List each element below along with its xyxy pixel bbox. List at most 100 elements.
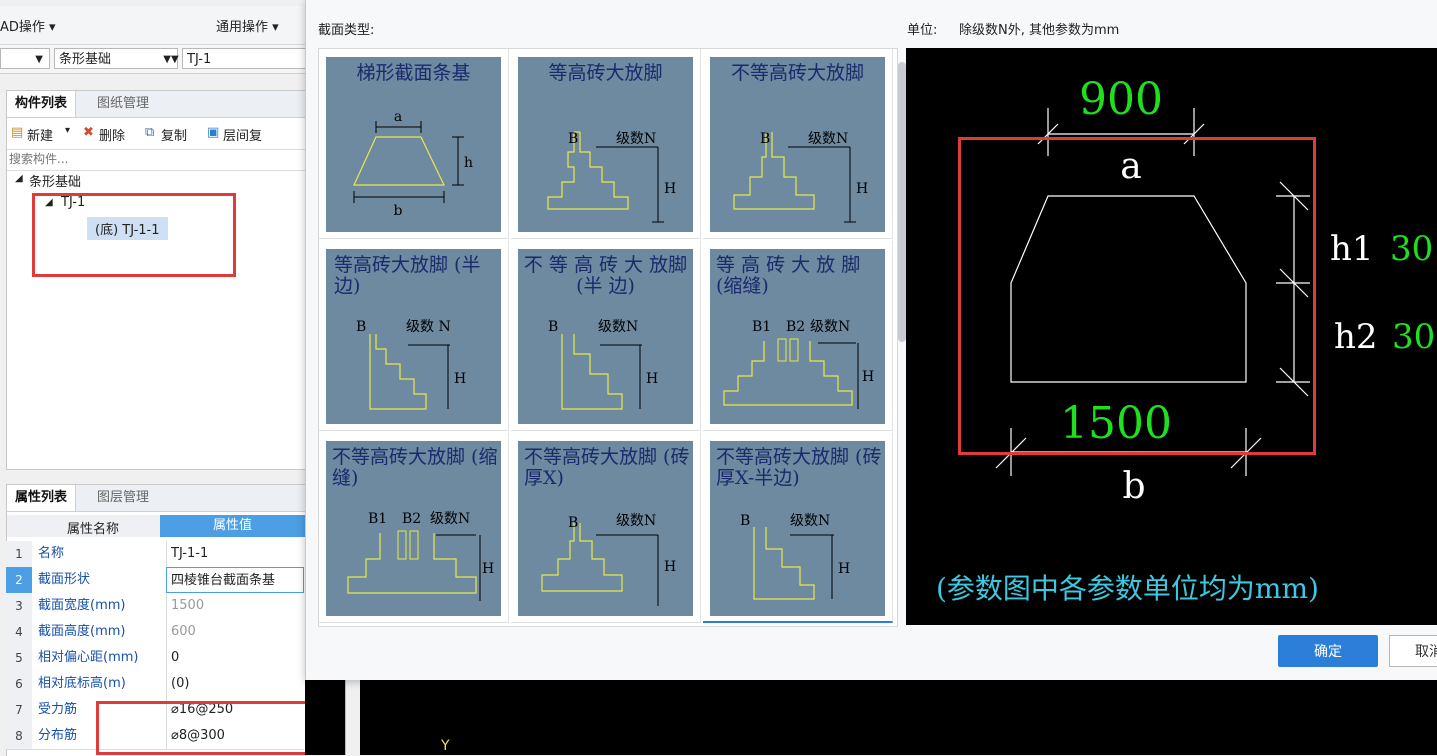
row-number: 6 — [6, 671, 32, 697]
section-option-unequal-brick-joint[interactable]: 不等高砖大放脚 (缩缝) B1 B2 级数N H — [319, 433, 509, 623]
dim-B2: B2 — [402, 511, 421, 527]
chevron-down-icon: ▼ — [163, 54, 171, 65]
unit-note: 除级数N外, 其他参数为mm — [959, 23, 1120, 38]
property-value[interactable]: 0 — [166, 645, 304, 671]
unit-label: 单位: — [907, 23, 938, 38]
category-select[interactable]: 条形基础 ▼ — [54, 48, 178, 69]
property-row[interactable]: 3 截面宽度(mm) 1500 — [6, 593, 304, 620]
selector-row: ▼ 条形基础 ▼ ▼ TJ-1 — [0, 45, 310, 74]
thumbnail: 不等高砖大放脚 B 级数N H — [710, 57, 885, 232]
category-select-value: 条形基础 — [59, 52, 112, 67]
brick-joint-diagram: B1 B2 级数N H — [347, 511, 494, 601]
dim-B: B — [548, 319, 558, 335]
dim-N: 级数N — [790, 513, 830, 529]
floor-copy-button[interactable]: 层间复 — [223, 125, 262, 144]
property-value-header: 属性值 — [160, 515, 305, 537]
copy-button[interactable]: 复制 — [161, 125, 187, 144]
brick-half-diagram: B 级数N H — [548, 319, 658, 410]
tree-expand-icon[interactable]: ◢ — [15, 173, 23, 184]
property-name: 截面高度(mm) — [38, 624, 126, 639]
dim-N: 级数N — [616, 513, 656, 529]
gallery-scrollbar[interactable] — [898, 62, 906, 342]
section-option-brick-thickness-x-half[interactable]: 不等高砖大放脚 (砖厚X-半边) B 级数N H — [703, 433, 893, 623]
dim-B: B — [740, 513, 750, 529]
dim-H: H — [856, 181, 868, 197]
search-row — [7, 149, 305, 171]
tab-property-list[interactable]: 属性列表 — [7, 485, 77, 511]
drawing-canvas[interactable]: Y — [305, 680, 1437, 755]
canvas-side-strip — [345, 680, 360, 755]
copy-icon: ⧉ — [145, 125, 155, 140]
thumbnail: 等 高 砖 大 放 脚 (缩缝) B1 B2 级数N H — [710, 249, 885, 424]
unit-footnote: (参数图中各参数单位均为mm) — [936, 572, 1319, 605]
section-option-unequal-brick-half[interactable]: 不 等 高 砖 大 放脚 (半 边) B 级数N H — [511, 241, 701, 431]
floor-select[interactable]: ▼ — [0, 48, 50, 69]
dim-H: H — [454, 371, 466, 387]
tab-layer-management[interactable]: 图层管理 — [89, 485, 157, 511]
row-number: 1 — [6, 541, 32, 567]
brick-half-diagram: B 级数N H — [740, 513, 850, 600]
property-value[interactable]: 四棱锥台截面条基 — [166, 567, 304, 593]
property-row[interactable]: 1 名称 TJ-1-1 — [6, 541, 304, 568]
section-option-trapezoid[interactable]: 梯形截面条基 a b h — [319, 49, 509, 239]
dim-H: H — [838, 561, 850, 577]
component-select[interactable]: ▼ TJ-1 — [171, 48, 306, 69]
thumbnail: 等高砖大放脚 (半边) B 级数 N H — [326, 249, 501, 424]
property-value[interactable]: TJ-1-1 — [166, 541, 304, 567]
dim-B1: B1 — [752, 319, 771, 335]
section-option-equal-brick-joint[interactable]: 等 高 砖 大 放 脚 (缩缝) B1 B2 级数N H — [703, 241, 893, 431]
h2-label: h2 — [1334, 317, 1378, 357]
chevron-down-icon[interactable]: ▾ — [65, 125, 70, 136]
property-row[interactable]: 5 相对偏心距(mm) 0 — [6, 645, 304, 672]
component-select-value: TJ-1 — [187, 52, 212, 67]
dim-B: B — [568, 515, 578, 531]
left-panel: 构件列表 图纸管理 ▤ 新建 ▾ ✖ 删除 ⧉ 复制 ▣ 层间复 ◢ 条形基础 … — [0, 74, 306, 756]
toolbar-overflow-strip — [0, 0, 310, 6]
general-operations-menu[interactable]: 通用操作 ▾ — [216, 16, 279, 35]
delete-icon: ✖ — [83, 125, 94, 140]
property-header: 属性名称 属性值 — [7, 515, 305, 537]
cancel-button[interactable]: 取消 — [1389, 635, 1437, 667]
bottom-label: b — [1122, 466, 1145, 507]
component-search-input[interactable] — [7, 150, 291, 168]
dim-H: H — [646, 371, 658, 387]
dim-B: B — [760, 131, 770, 147]
property-row[interactable]: 2 截面形状 四棱锥台截面条基 — [6, 567, 304, 594]
row-number: 8 — [6, 723, 32, 749]
dim-H: H — [482, 561, 494, 577]
dim-N: 级数N — [616, 131, 656, 147]
h1-value: 30 — [1390, 229, 1433, 269]
property-row[interactable]: 4 截面高度(mm) 600 — [6, 619, 304, 646]
dim-a: a — [394, 109, 402, 125]
property-name: 截面宽度(mm) — [38, 598, 126, 613]
brick-step-diagram: B 级数N H — [541, 513, 676, 606]
property-value[interactable]: (0) — [166, 671, 304, 697]
row-number: 7 — [6, 697, 32, 723]
property-name: 受力筋 — [38, 702, 78, 717]
tree-highlight-box — [32, 193, 236, 277]
section-option-unequal-brick[interactable]: 不等高砖大放脚 B 级数N H — [703, 49, 893, 239]
new-button[interactable]: 新建 — [27, 125, 53, 144]
delete-button[interactable]: 删除 — [99, 125, 125, 144]
dim-B2: B2 — [786, 319, 805, 335]
tab-drawing-management[interactable]: 图纸管理 — [89, 91, 157, 117]
section-option-brick-thickness-x[interactable]: 不等高砖大放脚 (砖厚X) B 级数N H — [511, 433, 701, 623]
chevron-down-icon: ▼ — [35, 54, 43, 65]
property-row[interactable]: 6 相对底标高(m) (0) — [6, 671, 304, 698]
property-name-header: 属性名称 — [67, 522, 120, 537]
dim-H: H — [664, 181, 676, 197]
cad-operations-menu[interactable]: AD操作 ▾ — [0, 16, 56, 35]
dim-b: b — [394, 203, 403, 219]
section-option-equal-brick-half[interactable]: 等高砖大放脚 (半边) B 级数 N H — [319, 241, 509, 431]
tab-component-list[interactable]: 构件列表 — [7, 91, 77, 117]
section-option-equal-brick[interactable]: 等高砖大放脚 B 级数N H — [511, 49, 701, 239]
trapezoid-diagram: a b h — [353, 109, 473, 219]
floor-copy-icon: ▣ — [207, 125, 220, 140]
dim-N: 级数 N — [406, 319, 451, 335]
tree-node-root[interactable]: 条形基础 — [29, 171, 81, 190]
thumbnail: 不等高砖大放脚 (砖厚X-半边) B 级数N H — [710, 441, 885, 616]
property-name: 相对偏心距(mm) — [38, 650, 139, 665]
dim-h: h — [464, 155, 473, 171]
ok-button[interactable]: 确定 — [1278, 635, 1378, 667]
top-value: 900 — [1079, 74, 1163, 125]
